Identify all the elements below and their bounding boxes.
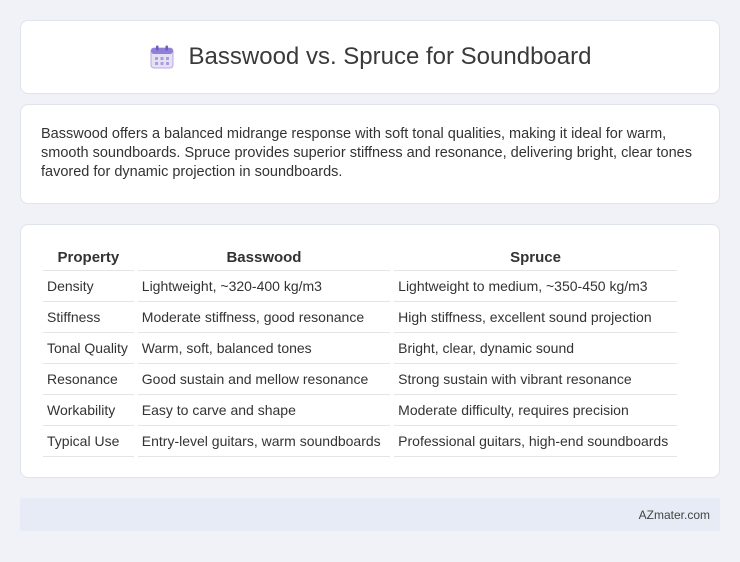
cell-basswood: Easy to carve and shape: [137, 395, 391, 426]
header-basswood: Basswood: [137, 245, 391, 271]
table-row: Resonance Good sustain and mellow resona…: [43, 364, 677, 395]
table-header-row: Property Basswood Spruce: [43, 245, 677, 271]
cell-property: Resonance: [43, 364, 134, 395]
cell-basswood: Moderate stiffness, good resonance: [137, 302, 391, 333]
footer-link[interactable]: AZmater.com: [639, 508, 710, 522]
cell-property: Workability: [43, 395, 134, 426]
intro-text: Basswood offers a balanced midrange resp…: [41, 126, 692, 180]
header-property: Property: [43, 245, 134, 271]
table-row: Typical Use Entry-level guitars, warm so…: [43, 426, 677, 457]
cell-property: Density: [43, 271, 134, 302]
header-spruce: Spruce: [394, 245, 677, 271]
cell-property: Typical Use: [43, 426, 134, 457]
cell-spruce: Moderate difficulty, requires precision: [394, 395, 677, 426]
cell-spruce: Lightweight to medium, ~350-450 kg/m3: [394, 271, 677, 302]
cell-spruce: Bright, clear, dynamic sound: [394, 333, 677, 364]
table-row: Stiffness Moderate stiffness, good reson…: [43, 302, 677, 333]
page-title: Basswood vs. Spruce for Soundboard: [188, 43, 592, 70]
title-card: Basswood vs. Spruce for Soundboard: [20, 20, 720, 94]
comparison-table: Property Basswood Spruce Density Lightwe…: [39, 245, 681, 457]
cell-spruce: Strong sustain with vibrant resonance: [394, 364, 677, 395]
cell-spruce: Professional guitars, high-end soundboar…: [394, 426, 677, 457]
cell-property: Stiffness: [43, 302, 134, 333]
footer: AZmater.com: [20, 498, 720, 531]
cell-basswood: Entry-level guitars, warm soundboards: [137, 426, 391, 457]
table-row: Tonal Quality Warm, soft, balanced tones…: [43, 333, 677, 364]
table-card: Property Basswood Spruce Density Lightwe…: [20, 224, 720, 478]
calendar-icon: [149, 44, 175, 70]
intro-card: Basswood offers a balanced midrange resp…: [20, 104, 720, 204]
cell-spruce: High stiffness, excellent sound projecti…: [394, 302, 677, 333]
table-row: Density Lightweight, ~320-400 kg/m3 Ligh…: [43, 271, 677, 302]
cell-basswood: Lightweight, ~320-400 kg/m3: [137, 271, 391, 302]
cell-property: Tonal Quality: [43, 333, 134, 364]
title-wrap: Basswood vs. Spruce for Soundboard: [149, 43, 592, 71]
table-row: Workability Easy to carve and shape Mode…: [43, 395, 677, 426]
cell-basswood: Warm, soft, balanced tones: [137, 333, 391, 364]
cell-basswood: Good sustain and mellow resonance: [137, 364, 391, 395]
